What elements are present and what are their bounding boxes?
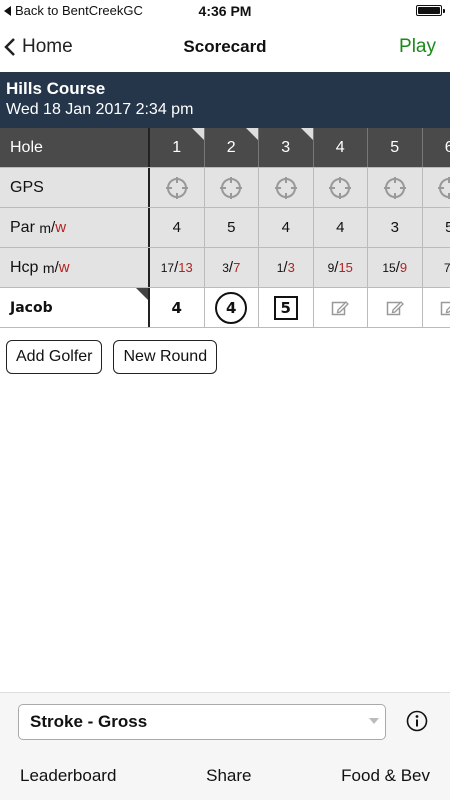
gps-button[interactable] [368, 168, 423, 207]
hole-row: Hole 1 2 3 4 5 6 [0, 128, 450, 168]
scoring-format-select[interactable]: Stroke - Gross [18, 704, 386, 740]
tab-leaderboard[interactable]: Leaderboard [20, 766, 116, 786]
par-value: 4 [150, 208, 205, 247]
round-datetime: Wed 18 Jan 2017 2:34 pm [6, 101, 194, 118]
hcp-value: 9/15 [313, 248, 368, 287]
par-value: 5 [422, 208, 450, 247]
par-value: 4 [259, 208, 314, 247]
crosshair-icon [220, 176, 243, 199]
men-marker: m [39, 219, 52, 236]
men-marker: m [42, 259, 55, 276]
new-round-button[interactable]: New Round [113, 340, 218, 374]
tab-share[interactable]: Share [206, 766, 251, 786]
crosshair-icon [438, 176, 450, 199]
hole-number[interactable]: 1 [150, 128, 205, 167]
hcp-women: 13 [178, 260, 193, 275]
gps-row: GPS [0, 168, 450, 208]
hcp-men: 7 [443, 260, 450, 275]
course-header: Hills Course Wed 18 Jan 2017 2:34 pm [0, 72, 450, 128]
home-back-button[interactable]: Home [4, 36, 73, 58]
crosshair-icon [329, 176, 352, 199]
hcp-men: 9 [327, 260, 335, 275]
score-value-birdie: 4 [215, 291, 248, 324]
hcp-women: 15 [338, 260, 353, 275]
par-value: 3 [368, 208, 423, 247]
women-marker: w [55, 219, 67, 236]
tab-food-bev[interactable]: Food & Bev [341, 766, 430, 786]
edit-icon [386, 300, 404, 315]
hole-number[interactable]: 2 [205, 128, 259, 167]
gps-button[interactable] [313, 168, 368, 207]
gps-button[interactable] [259, 168, 314, 207]
tab-bar: Leaderboard Share Food & Bev [0, 751, 450, 800]
hcp-men: 17 [160, 260, 175, 275]
edit-icon [332, 300, 350, 315]
hcp-value: 7/ [422, 248, 450, 287]
action-buttons: Add Golfer New Round [0, 328, 450, 386]
gps-row-label: GPS [0, 168, 150, 207]
play-button[interactable]: Play [399, 36, 436, 58]
hcp-men: 1 [276, 260, 284, 275]
hcp-value: 15/9 [368, 248, 423, 287]
score-cell[interactable]: 4 [205, 288, 259, 327]
add-golfer-button[interactable]: Add Golfer [6, 340, 103, 374]
par-value: 5 [204, 208, 259, 247]
score-cell[interactable]: 4 [150, 288, 205, 327]
status-bar: Back to BentCreekGC 4:36 PM [0, 0, 450, 22]
clock: 4:36 PM [198, 3, 252, 19]
home-label: Home [22, 36, 73, 57]
hcp-value: 1/3 [259, 248, 314, 287]
hcp-value: 17/13 [150, 248, 205, 287]
hcp-women: 9 [399, 260, 408, 275]
bottom-panel: Stroke - Gross Leaderboard Share Food & … [0, 692, 450, 800]
chevron-down-icon [369, 718, 379, 724]
hole-row-label: Hole [0, 128, 150, 167]
par-row: Par m / w 4 5 4 4 3 5 [0, 208, 450, 248]
score-value: 4 [171, 298, 182, 317]
battery-icon [416, 5, 445, 16]
hcp-men: 3 [222, 260, 229, 275]
hole-number[interactable]: 6 [423, 128, 450, 167]
edit-icon [441, 301, 450, 315]
info-icon[interactable] [406, 710, 428, 732]
nav-bar: Home Scorecard Play [0, 22, 450, 72]
format-select-row: Stroke - Gross [0, 693, 450, 751]
crosshair-icon [383, 176, 406, 199]
hole-number[interactable]: 5 [368, 128, 423, 167]
score-cell[interactable]: 5 [259, 288, 314, 327]
crosshair-icon [274, 176, 297, 199]
hole-number[interactable]: 3 [259, 128, 314, 167]
hcp-row-label: Hcp m / w [0, 248, 150, 287]
hcp-label-text: Hcp [10, 258, 39, 276]
hcp-women: 7 [233, 260, 241, 275]
hole-number[interactable]: 4 [314, 128, 368, 167]
score-value-bogey: 5 [273, 295, 298, 320]
hcp-row: Hcp m/w 17/13 3/7 1/3 9/15 15/9 7/ [0, 248, 450, 288]
par-label-text: Par [10, 218, 35, 236]
hcp-men: 15 [382, 260, 396, 275]
golfer-row: Jacob 4 4 5 [0, 288, 450, 328]
course-name: Hills Course [6, 79, 106, 98]
crosshair-icon [165, 176, 188, 199]
gps-button[interactable] [150, 168, 205, 207]
hcp-value: 3/7 [204, 248, 259, 287]
hcp-women: 3 [287, 260, 295, 275]
par-value: 4 [313, 208, 368, 247]
scoring-format-value: Stroke - Gross [30, 712, 148, 731]
par-row-label: Par m / w [0, 208, 150, 247]
gps-button[interactable] [204, 168, 259, 207]
score-cell[interactable] [314, 288, 368, 327]
scorecard-grid: Hole 1 2 3 4 5 6 GPS Par m / w 4 5 4 4 3 5… [0, 128, 450, 328]
gps-button[interactable] [422, 168, 450, 207]
chevron-left-icon [4, 38, 15, 56]
score-cell[interactable] [423, 288, 450, 327]
score-cell[interactable] [368, 288, 423, 327]
women-marker: w [58, 259, 70, 276]
golfer-name[interactable]: Jacob [0, 288, 150, 327]
